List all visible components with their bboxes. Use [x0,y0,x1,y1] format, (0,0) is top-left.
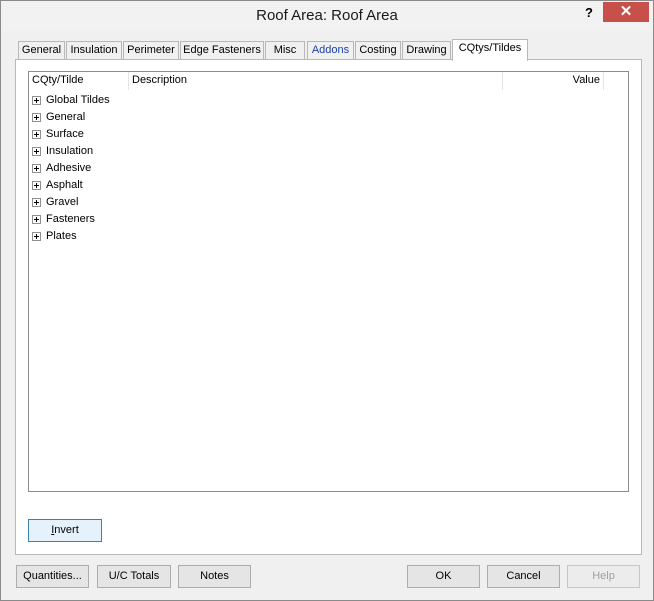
invert-label: nvert [54,524,79,536]
expand-icon[interactable] [32,164,41,173]
column-header-description[interactable]: Description [129,72,503,90]
tab-drawing[interactable]: Drawing [402,41,451,60]
column-header-cqty-tilde[interactable]: CQty/Tilde [29,72,129,90]
dialog-window: Roof Area: Roof Area ? ✕ General Insulat… [0,0,654,601]
quantities-button[interactable]: Quantities... [16,565,89,588]
help-button[interactable]: Help [567,565,640,588]
tab-cqtys-tildes[interactable]: CQtys/Tildes [452,39,528,61]
expand-icon[interactable] [32,232,41,241]
invert-button[interactable]: Invert [28,519,102,542]
tree-header: CQty/Tilde Description Value [29,72,604,90]
cqty-tilde-tree[interactable]: CQty/Tilde Description Value Global Tild… [28,71,629,492]
cancel-button[interactable]: Cancel [487,565,560,588]
tab-perimeter[interactable]: Perimeter [123,41,179,60]
tab-addons[interactable]: Addons [307,41,354,60]
uc-totals-button[interactable]: U/C Totals [97,565,171,588]
tab-insulation[interactable]: Insulation [66,41,122,60]
notes-button[interactable]: Notes [178,565,251,588]
tab-costing[interactable]: Costing [355,41,401,60]
tree-item-label: Surface [46,128,84,140]
expand-icon[interactable] [32,198,41,207]
tab-misc[interactable]: Misc [265,41,305,60]
tab-panel: CQty/Tilde Description Value Global Tild… [15,59,642,555]
window-title: Roof Area: Roof Area [256,7,398,24]
column-header-value[interactable]: Value [503,72,604,90]
tree-item-label: Adhesive [46,162,92,174]
help-icon[interactable]: ? [579,3,599,23]
expand-icon[interactable] [32,130,41,139]
tab-general[interactable]: General [18,41,65,60]
tree-item-label: Insulation [46,145,94,157]
tab-edge-fasteners[interactable]: Edge Fasteners [180,41,264,60]
tree-item-label: General [46,111,86,123]
expand-icon[interactable] [32,181,41,190]
close-button[interactable]: ✕ [603,2,649,22]
tree-item-label: Asphalt [46,179,83,191]
title-bar: Roof Area: Roof Area ? ✕ [1,1,653,31]
tree-item-label: Gravel [46,196,79,208]
expand-icon[interactable] [32,113,41,122]
expand-icon[interactable] [32,96,41,105]
expand-icon[interactable] [32,147,41,156]
ok-button[interactable]: OK [407,565,480,588]
tree-item-label: Global Tildes [46,94,110,106]
tree-item-label: Plates [46,230,77,242]
expand-icon[interactable] [32,215,41,224]
tree-item-label: Fasteners [46,213,95,225]
